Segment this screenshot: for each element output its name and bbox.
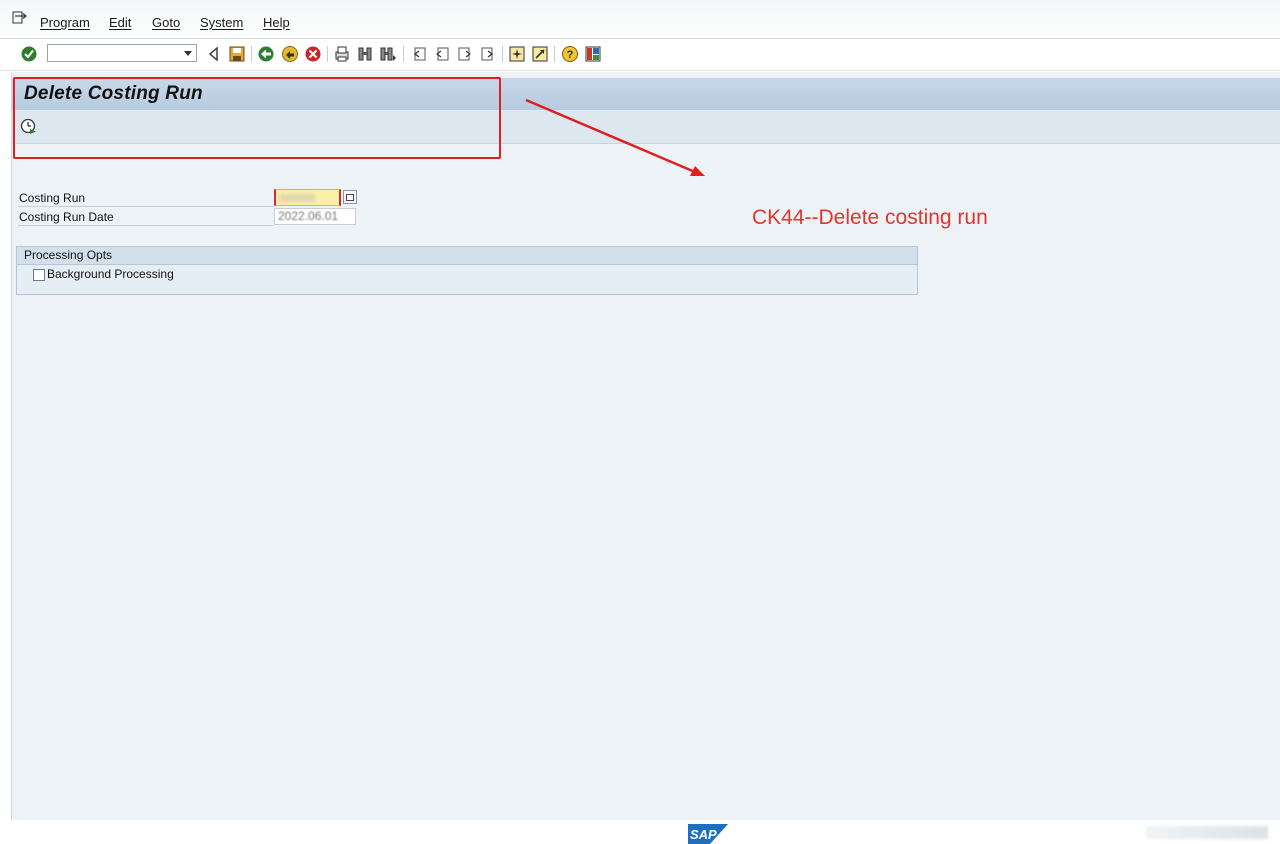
layout-icon[interactable]	[584, 45, 602, 63]
menu-program[interactable]: Program	[40, 15, 90, 30]
help-icon[interactable]: ?	[561, 45, 579, 63]
execute-clock-icon[interactable]	[20, 118, 38, 136]
toolbar-separator	[554, 46, 555, 62]
sap-logo: SAP	[688, 824, 728, 844]
toolbar-separator	[403, 46, 404, 62]
toolbar-separator	[327, 46, 328, 62]
standard-toolbar: ?	[0, 39, 1280, 71]
command-field[interactable]	[47, 44, 197, 62]
costing-run-date-label: Costing Run Date	[18, 208, 273, 226]
status-field	[1146, 826, 1268, 839]
application-toolbar	[12, 110, 1280, 144]
title-bar: Delete Costing Run	[12, 78, 1280, 110]
chevron-down-icon[interactable]	[184, 51, 192, 56]
find-next-icon[interactable]	[379, 45, 397, 63]
svg-text:?: ?	[567, 49, 574, 61]
find-icon[interactable]	[356, 45, 374, 63]
annotation-text: CK44--Delete costing run	[752, 206, 988, 229]
svg-text:SAP: SAP	[690, 827, 717, 842]
group-title: Processing Opts	[24, 248, 113, 262]
page-title: Delete Costing Run	[24, 83, 203, 104]
menu-bar: Program Edit Goto System Help	[0, 0, 1280, 39]
toolbar-separator	[502, 46, 503, 62]
menu-help[interactable]: Help	[263, 15, 290, 30]
main-area: Delete Costing Run	[11, 72, 1280, 820]
costing-run-label: Costing Run	[18, 189, 273, 207]
print-icon[interactable]	[333, 45, 351, 63]
save-icon[interactable]	[228, 45, 246, 63]
enter-icon[interactable]	[20, 45, 38, 63]
back-triangle-icon[interactable]	[205, 45, 223, 63]
redacted-value	[279, 194, 315, 202]
processing-opts-group: Processing Opts Background Processing	[16, 246, 918, 295]
menu-icon[interactable]	[12, 11, 28, 25]
back-icon[interactable]	[257, 45, 275, 63]
background-processing-label[interactable]: Background Processing	[47, 267, 174, 281]
menu-goto[interactable]: Goto	[152, 15, 180, 30]
value-help-button[interactable]	[343, 190, 357, 204]
costing-run-date-input[interactable]: 2022.06.01	[274, 208, 356, 225]
new-session-icon[interactable]	[508, 45, 526, 63]
shortcut-icon[interactable]	[531, 45, 549, 63]
last-page-icon[interactable]	[479, 45, 497, 63]
toolbar-separator	[251, 46, 252, 62]
status-bar: SAP	[0, 820, 1280, 844]
menu-system[interactable]: System	[200, 15, 243, 30]
first-page-icon[interactable]	[410, 45, 428, 63]
cancel-icon[interactable]	[304, 45, 322, 63]
command-input[interactable]	[48, 45, 182, 61]
menu-edit[interactable]: Edit	[109, 15, 131, 30]
previous-page-icon[interactable]	[433, 45, 451, 63]
exit-icon[interactable]	[281, 45, 299, 63]
next-page-icon[interactable]	[456, 45, 474, 63]
costing-run-input[interactable]	[274, 189, 341, 206]
group-header: Processing Opts	[17, 247, 917, 265]
background-processing-checkbox[interactable]	[33, 269, 45, 281]
